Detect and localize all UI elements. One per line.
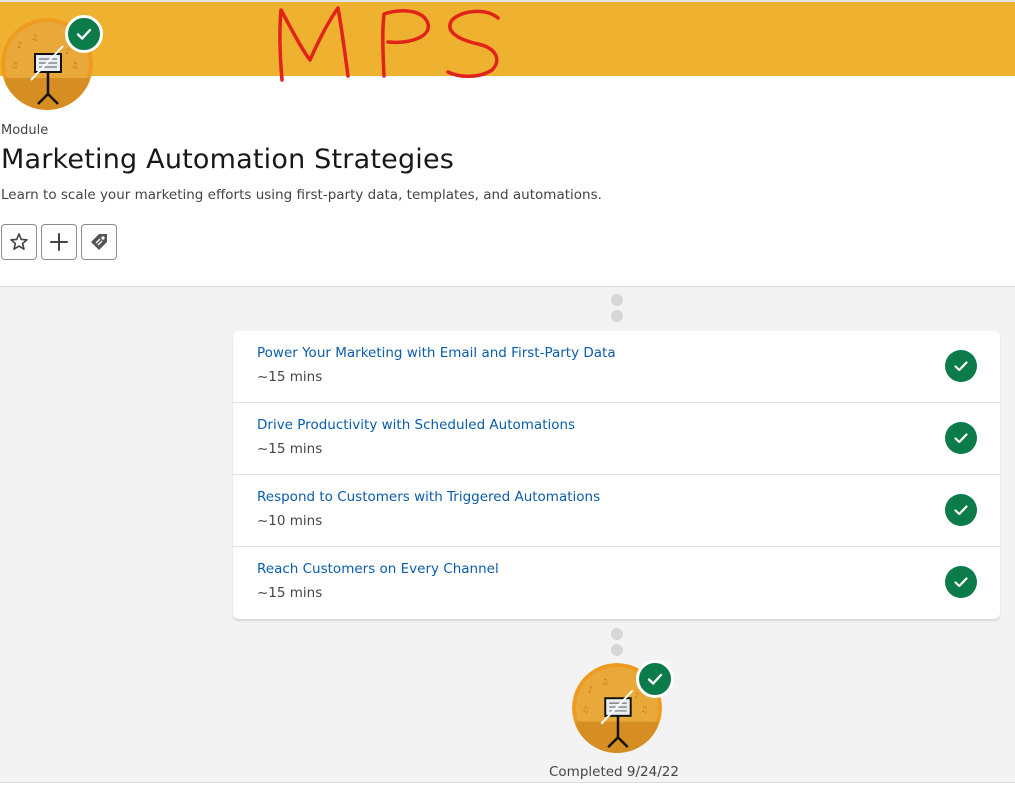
handwritten-annotation [278,6,500,82]
unit-duration: ~15 mins [257,585,323,601]
module-description: Learn to scale your marketing efforts us… [1,187,602,203]
tag-button[interactable] [81,224,117,260]
svg-text:♪: ♪ [635,691,640,700]
tag-icon [91,234,107,250]
check-icon [945,566,977,598]
unit-duration: ~10 mins [257,513,323,529]
completed-date: Completed 9/24/22 [549,764,679,780]
svg-text:♫: ♫ [31,33,38,42]
progress-dot [611,628,623,640]
favorite-button[interactable] [1,224,37,260]
check-icon [945,494,977,526]
svg-text:♪: ♪ [588,685,594,695]
svg-text:♫: ♫ [11,61,18,70]
units-list: Power Your Marketing with Email and Firs… [233,331,1000,619]
completion-check-icon [636,660,674,698]
check-icon [945,422,977,454]
unit-duration: ~15 mins [257,441,323,457]
unit-link[interactable]: Power Your Marketing with Email and Firs… [257,345,616,361]
unit-item: Reach Customers on Every Channel ~15 min… [233,547,1000,619]
unit-item: Drive Productivity with Scheduled Automa… [233,403,1000,475]
unit-link[interactable]: Drive Productivity with Scheduled Automa… [257,417,575,433]
star-icon [10,233,28,250]
unit-item: Respond to Customers with Triggered Auto… [233,475,1000,547]
svg-text:♪: ♪ [65,47,70,56]
unit-duration: ~15 mins [257,369,323,385]
unit-link[interactable]: Reach Customers on Every Channel [257,561,499,577]
progress-dot [611,294,623,306]
module-complete-check-icon [65,15,103,53]
progress-dot [611,644,623,656]
svg-text:♪: ♪ [17,41,23,51]
progress-dot [611,310,623,322]
page-title: Marketing Automation Strategies [1,144,455,175]
module-label: Module [1,123,49,138]
check-icon [945,350,977,382]
add-to-list-button[interactable] [41,224,77,260]
plus-icon [50,233,68,251]
svg-text:♫: ♫ [582,705,589,714]
svg-text:♫: ♫ [71,61,78,70]
unit-item: Power Your Marketing with Email and Firs… [233,331,1000,403]
svg-text:♫: ♫ [601,678,608,687]
unit-link[interactable]: Respond to Customers with Triggered Auto… [257,489,600,505]
svg-text:♫: ♫ [640,705,647,714]
module-actions [1,224,117,260]
